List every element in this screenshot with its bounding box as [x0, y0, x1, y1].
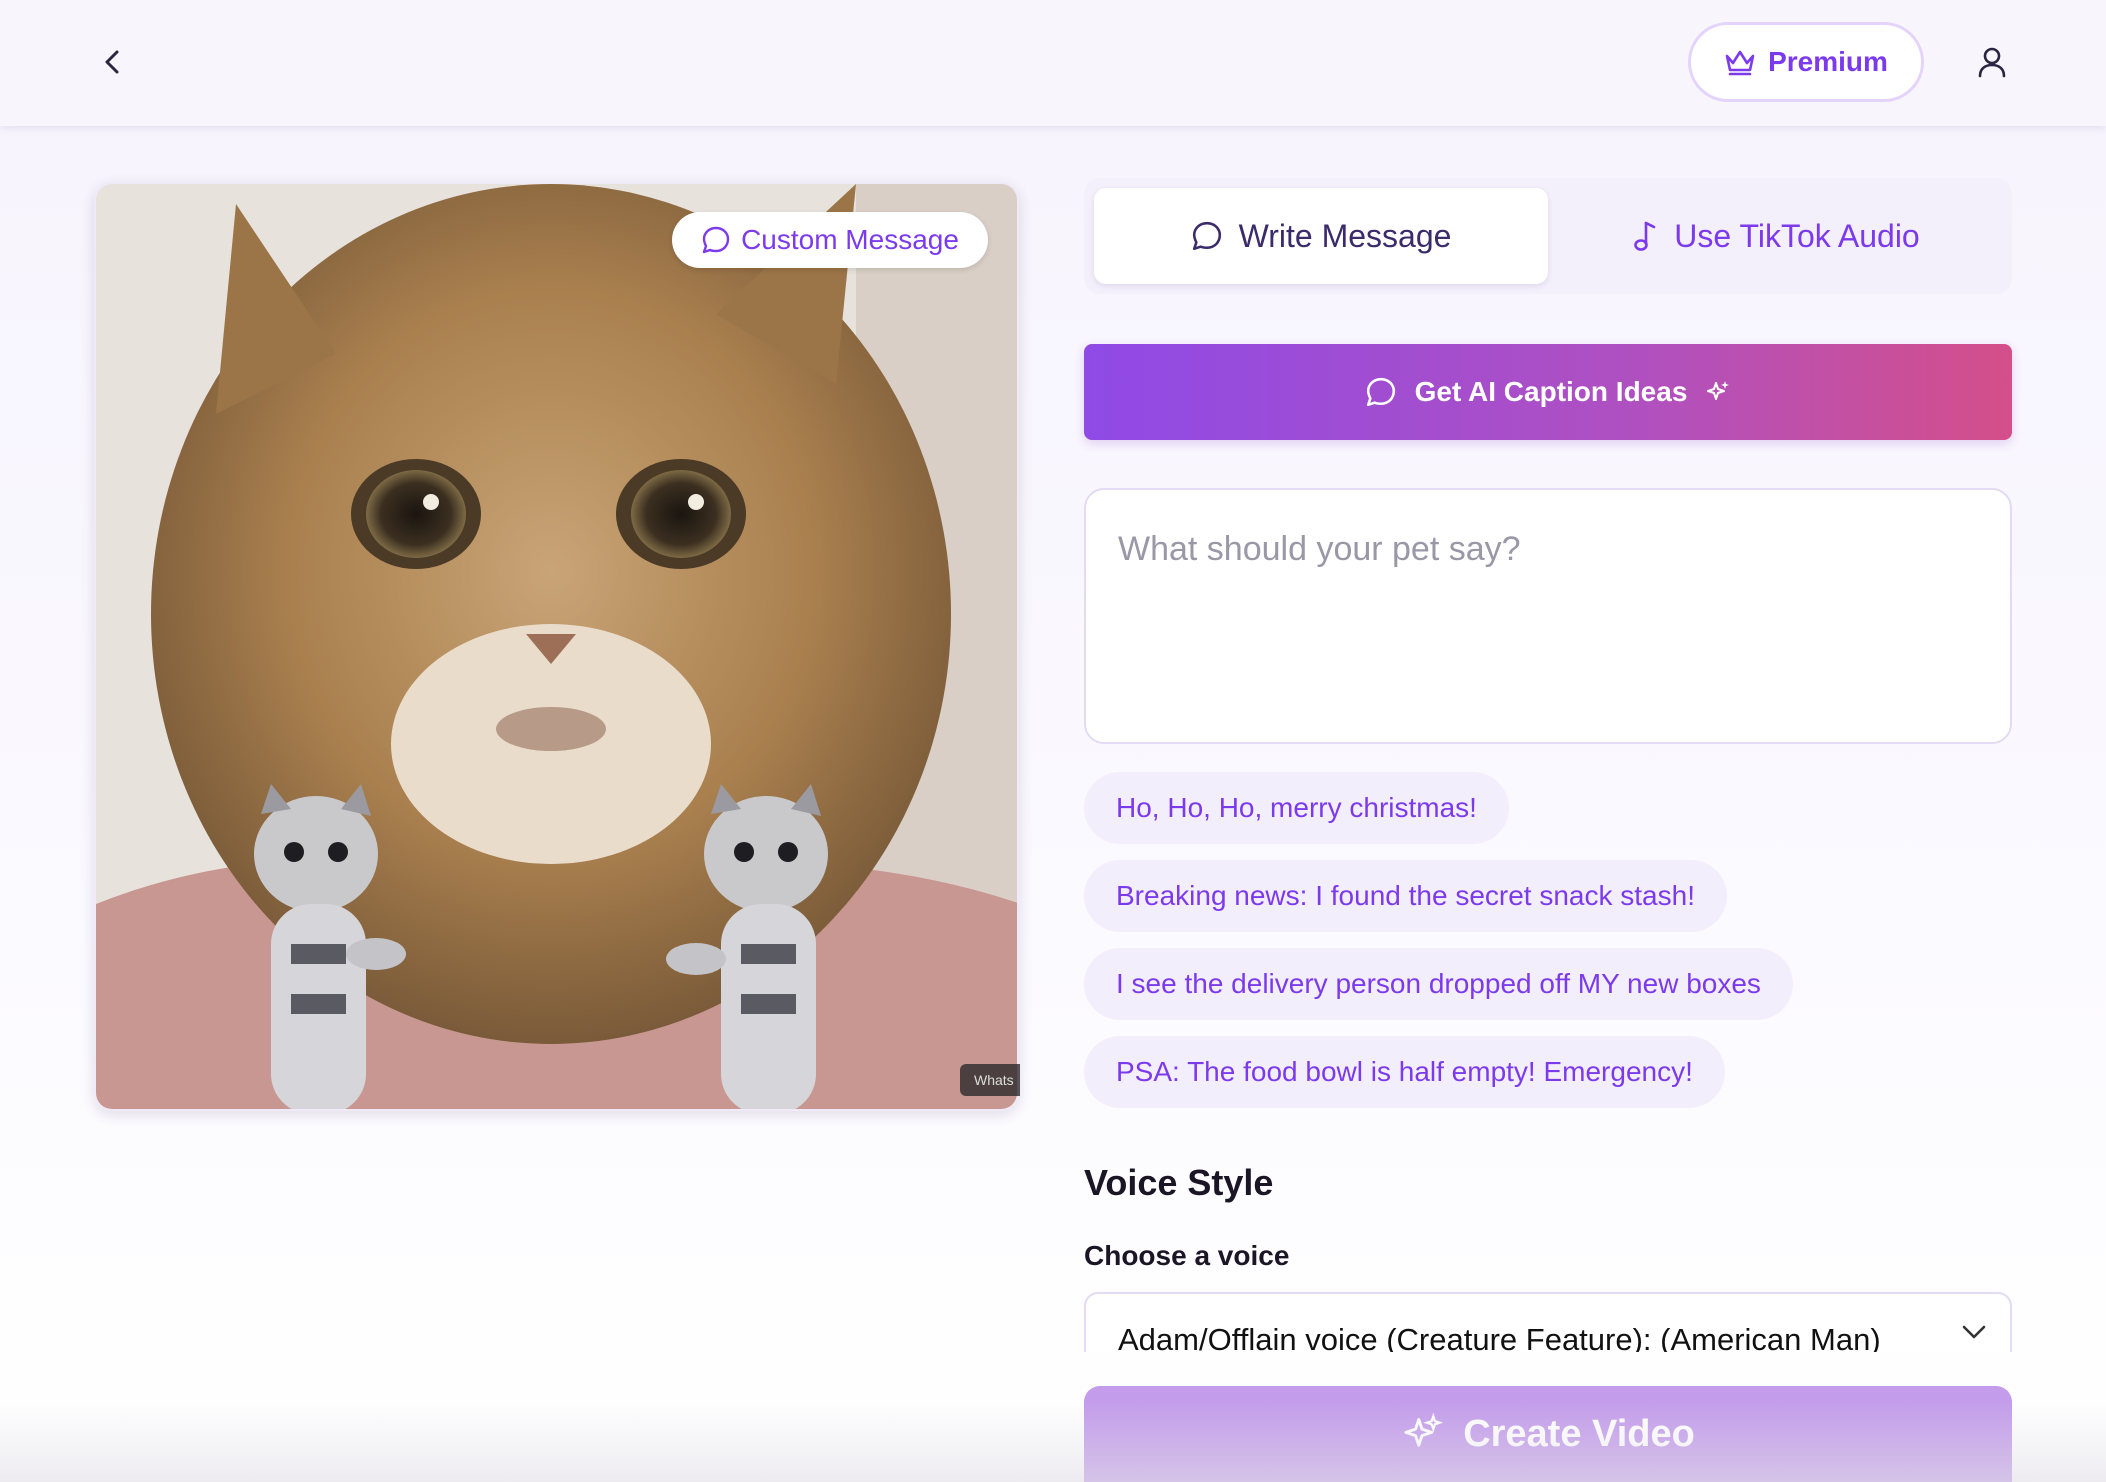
tab-tiktok-audio-label: Use TikTok Audio [1674, 217, 1920, 254]
create-video-label: Create Video [1463, 1412, 1695, 1455]
music-note-icon [1634, 221, 1656, 251]
custom-message-badge[interactable]: Custom Message [672, 212, 988, 268]
message-circle-icon [702, 226, 730, 254]
message-mode-tabs: Write Message Use TikTok Audio [1084, 178, 2012, 294]
create-video-button[interactable]: Create Video [1084, 1386, 2012, 1482]
voice-select[interactable]: Adam/Offlain voice (Creature Feature): (… [1084, 1292, 2012, 1352]
premium-label: Premium [1768, 46, 1888, 77]
back-button[interactable] [92, 40, 132, 84]
voice-style-heading: Voice Style [1084, 1162, 1274, 1203]
cat-photo [96, 184, 1017, 1109]
message-circle-icon [1192, 221, 1221, 251]
chevron-down-icon [1962, 1325, 1986, 1339]
chevron-left-icon [105, 50, 119, 74]
watermark: Whats [960, 1064, 1020, 1096]
crown-icon [1725, 50, 1755, 76]
suggestion-label: Ho, Ho, Ho, merry christmas! [1116, 792, 1477, 823]
pet-video-preview [94, 182, 1019, 1111]
suggestion-chip[interactable]: PSA: The food bowl is half empty! Emerge… [1084, 1036, 1725, 1108]
sparkles-icon [1707, 381, 1730, 400]
choose-voice-label: Choose a voice [1084, 1240, 1290, 1271]
top-bar: Premium [0, 0, 2106, 126]
user-account-button[interactable] [1972, 42, 2012, 82]
ai-caption-label: Get AI Caption Ideas [1414, 376, 1688, 407]
message-circle-icon [1366, 377, 1395, 407]
tab-write-message-label: Write Message [1238, 217, 1452, 254]
suggestion-chip[interactable]: I see the delivery person dropped off MY… [1084, 948, 1793, 1020]
get-ai-caption-ideas-button[interactable]: Get AI Caption Ideas [1084, 344, 2012, 440]
sparkles-icon [1404, 1413, 1444, 1447]
suggestion-label: Breaking news: I found the secret snack … [1116, 880, 1695, 911]
tab-write-message[interactable]: Write Message [1094, 188, 1548, 284]
user-icon [1978, 47, 2006, 78]
premium-button[interactable]: Premium [1688, 22, 1924, 102]
voice-select-value: Adam/Offlain voice (Creature Feature): (… [1118, 1322, 1881, 1352]
suggestion-chip[interactable]: Ho, Ho, Ho, merry christmas! [1084, 772, 1509, 844]
pet-message-input[interactable] [1084, 488, 2012, 744]
suggestion-label: PSA: The food bowl is half empty! Emerge… [1116, 1056, 1693, 1087]
tab-tiktok-audio[interactable]: Use TikTok Audio [1550, 188, 2002, 284]
custom-message-label: Custom Message [741, 224, 959, 255]
suggestion-chip[interactable]: Breaking news: I found the secret snack … [1084, 860, 1727, 932]
suggestion-label: I see the delivery person dropped off MY… [1116, 968, 1761, 999]
